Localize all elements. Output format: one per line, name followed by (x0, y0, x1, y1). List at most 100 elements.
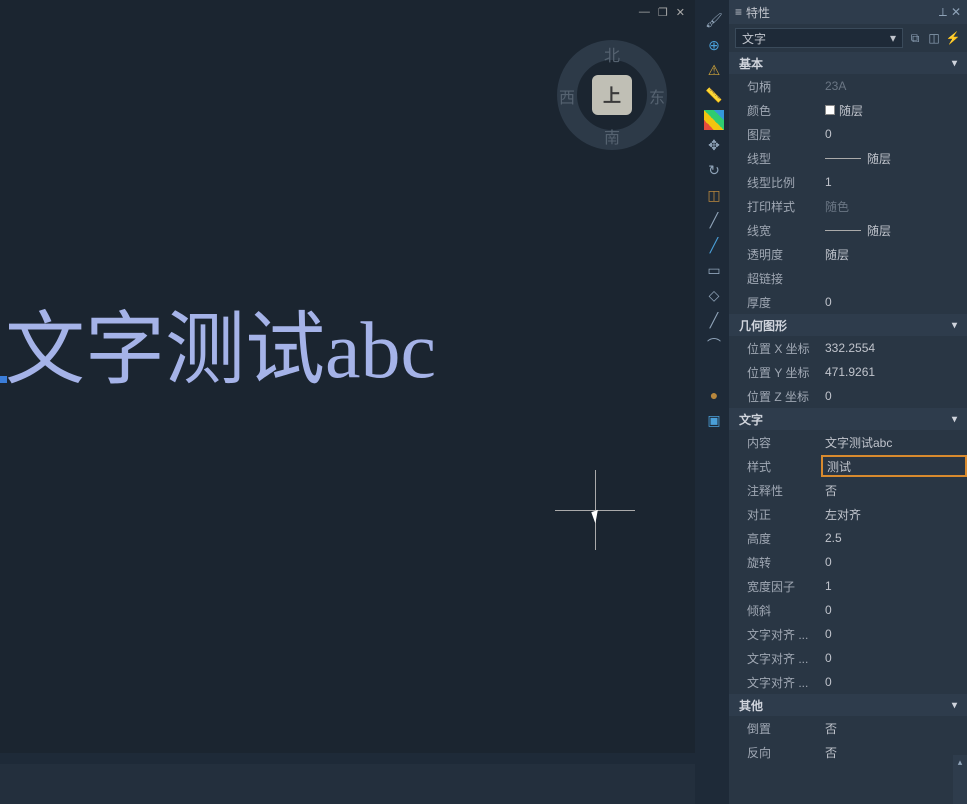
drawing-canvas[interactable]: — ❐ ✕ 北 南 西 东 上 文字测试abc (0, 0, 695, 753)
quick-select-icon[interactable]: ⧉ (907, 31, 923, 46)
color-value[interactable]: 随层 (821, 99, 967, 121)
spacer (704, 360, 724, 380)
draw-tool-palette: 🖌 ⊕ ⚠ 📏 ✥ ↻ ◫ ╱ ╱ ▭ ◇ ╱ ⌒ ● ▣ (701, 10, 727, 430)
upsidedown-value[interactable]: 否 (821, 741, 967, 763)
justify-label: 对正 (747, 506, 821, 523)
compass-south[interactable]: 南 (604, 124, 620, 148)
command-line[interactable] (0, 764, 695, 804)
justify-value[interactable]: 左对齐 (821, 503, 967, 525)
alignx-value[interactable]: 0 (821, 623, 967, 645)
annotative-label: 注释性 (747, 482, 821, 499)
rectangle-icon[interactable]: ▭ (704, 260, 724, 280)
compass-west[interactable]: 西 (559, 84, 575, 108)
compass-east[interactable]: 东 (649, 84, 665, 108)
edge-icon[interactable]: ╱ (704, 310, 724, 330)
backward-label: 倒置 (747, 720, 821, 737)
thickness-label: 厚度 (747, 294, 821, 311)
linetype-value[interactable]: 随层 (821, 147, 967, 169)
dropdown-chevron-icon: ▾ (890, 31, 896, 45)
scroll-up-icon[interactable]: ▴ (953, 755, 967, 769)
close-button[interactable]: ✕ (676, 6, 685, 19)
posy-label: 位置 Y 坐标 (747, 364, 821, 381)
upsidedown-label: 反向 (747, 744, 821, 761)
section-text[interactable]: 文字 ▾ (729, 408, 967, 430)
backward-value[interactable]: 否 (821, 717, 967, 739)
ltscale-value[interactable]: 1 (821, 171, 967, 193)
align-icon[interactable]: ◫ (704, 185, 724, 205)
aligny-value[interactable]: 0 (821, 647, 967, 669)
pin-icon[interactable]: ⟂ (939, 5, 947, 20)
arc-icon[interactable]: ⌒ (704, 335, 724, 355)
polyline-icon[interactable]: ╱ (704, 235, 724, 255)
aligny-label: 文字对齐 ... (747, 650, 821, 667)
warning-icon[interactable]: ⚠ (704, 60, 724, 80)
object-selector-row: 文字 ▾ ⧉ ◫ ⚡ (729, 24, 967, 52)
color-palette-icon[interactable] (704, 110, 724, 130)
rotation-value[interactable]: 0 (821, 551, 967, 573)
height-value[interactable]: 2.5 (821, 527, 967, 549)
layer-value[interactable]: 0 (821, 123, 967, 145)
move-icon[interactable]: ✥ (704, 135, 724, 155)
lineweight-label: 线宽 (747, 222, 821, 239)
widthfactor-value[interactable]: 1 (821, 575, 967, 597)
object-type-label: 文字 (742, 30, 766, 47)
linetype-label: 线型 (747, 150, 821, 167)
restore-button[interactable]: ❐ (658, 6, 668, 19)
annotative-value[interactable]: 否 (821, 479, 967, 501)
rotation-label: 旋转 (747, 554, 821, 571)
plotstyle-label: 打印样式 (747, 198, 821, 215)
compass-top[interactable]: 上 (592, 75, 632, 115)
content-value[interactable]: 文字测试abc (821, 431, 967, 453)
section-basic-title: 基本 (739, 55, 763, 72)
sphere-icon[interactable]: ● (704, 385, 724, 405)
chevron-down-icon: ▾ (952, 414, 957, 425)
vertical-scrollbar[interactable]: ▴ (953, 755, 967, 804)
object-type-dropdown[interactable]: 文字 ▾ (735, 28, 903, 48)
ltscale-label: 线型比例 (747, 174, 821, 191)
handle-value: 23A (821, 75, 967, 97)
posz-value[interactable]: 0 (821, 385, 967, 407)
section-other-title: 其他 (739, 697, 763, 714)
hyperlink-label: 超链接 (747, 270, 821, 287)
oblique-value[interactable]: 0 (821, 599, 967, 621)
line-icon[interactable]: ╱ (704, 210, 724, 230)
panel-header[interactable]: ≡ 特性 ⟂ ✕ (729, 0, 967, 24)
oblique-label: 倾斜 (747, 602, 821, 619)
handle-label: 句柄 (747, 78, 821, 95)
section-geometry-title: 几何图形 (739, 317, 787, 334)
transparency-value[interactable]: 随层 (821, 243, 967, 265)
layer-label: 图层 (747, 126, 821, 143)
posz-label: 位置 Z 坐标 (747, 388, 821, 405)
panel-close-icon[interactable]: ✕ (951, 5, 961, 20)
posx-value[interactable]: 332.2554 (821, 337, 967, 359)
alignx-label: 文字对齐 ... (747, 626, 821, 643)
style-label: 样式 (747, 458, 821, 475)
style-value[interactable]: 测试 (821, 455, 967, 477)
alignz-label: 文字对齐 ... (747, 674, 821, 691)
measure-icon[interactable]: 📏 (704, 85, 724, 105)
section-other[interactable]: 其他 ▾ (729, 694, 967, 716)
alignz-value[interactable]: 0 (821, 671, 967, 693)
toggle-pickadd-icon[interactable]: ⚡ (945, 31, 961, 46)
thickness-value[interactable]: 0 (821, 291, 967, 313)
rotate-icon[interactable]: ↻ (704, 160, 724, 180)
view-cube[interactable]: 北 南 西 东 上 (557, 40, 667, 150)
box-icon[interactable]: ▣ (704, 410, 724, 430)
panel-title: 特性 (746, 4, 770, 21)
lineweight-value[interactable]: 随层 (821, 219, 967, 241)
canvas-text-entity[interactable]: 文字测试abc (5, 285, 436, 401)
section-geometry[interactable]: 几何图形 ▾ (729, 314, 967, 336)
compass-north[interactable]: 北 (604, 42, 620, 66)
add-selection-icon[interactable]: ⊕ (704, 35, 724, 55)
section-basic[interactable]: 基本 ▾ (729, 52, 967, 74)
panel-grip-icon[interactable]: ≡ (735, 5, 742, 19)
paint-icon[interactable]: 🖌 (704, 10, 724, 30)
polygon-icon[interactable]: ◇ (704, 285, 724, 305)
select-objects-icon[interactable]: ◫ (926, 31, 942, 46)
chevron-down-icon: ▾ (952, 320, 957, 331)
posy-value[interactable]: 471.9261 (821, 361, 967, 383)
chevron-down-icon: ▾ (952, 58, 957, 69)
window-controls: — ❐ ✕ (639, 6, 685, 19)
minimize-button[interactable]: — (639, 6, 650, 19)
hyperlink-value[interactable] (821, 267, 967, 289)
